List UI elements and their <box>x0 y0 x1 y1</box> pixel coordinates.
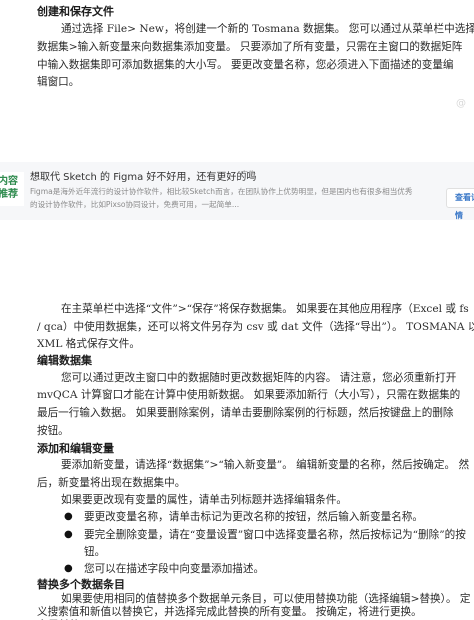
ad-tag: 广告 <box>240 170 256 179</box>
paragraph-line: mvQCA 计算窗口才能在计算中使用新数据。 如果要添加新行（大小写），只需在数… <box>37 389 461 401</box>
paragraph-line: 通过选择 File> New，将创建一个新的 Tosmana 数据集。 您可以通… <box>61 23 474 35</box>
paragraph-line: 中输入数据集即可添加数据集的大小写。 要更改变量名称，您必须进入下面描述的变量编 <box>37 59 454 71</box>
paragraph-line: 如果要更改现有变量的属性，请单击列标题并选择编辑条件。 <box>61 494 348 506</box>
paragraph-line: 数据集>输入新变量来向数据集添加变量。 只要添加了所有变量，只需在主窗口的数据矩… <box>37 41 463 53</box>
ad-badge: 内容 推荐 <box>0 172 24 206</box>
ad-badge-line: 内容 <box>0 176 18 187</box>
paragraph-line: / qca）中使用数据集，还可以将文件另存为 csv 或 dat 文件（选择“导… <box>37 321 474 333</box>
paragraph-line: 您可以通过更改主窗口中的数据随时更改数据矩阵的内容。 请注意，您必须重新打开 <box>61 372 457 384</box>
ad-description-line: Figma是海外近年流行的设计协作软件，相比较Sketch而言，在团队协作上优势… <box>30 187 413 196</box>
ad-title[interactable]: 想取代 Sketch 的 Figma 好不好用，还有更好的吗 <box>30 168 256 183</box>
paragraph-line: 最后一行输入数据。 如果要删除案例，请单击要删除案例的行标题，然后按键盘上的删除 <box>37 407 454 419</box>
paragraph-line: 后，新变量将出现在数据集中。 <box>37 477 186 489</box>
paragraph-line: 义搜索值和新值以替换它，并选择完成此替换的所有变量。 按确定，将进行更换。 <box>37 606 422 618</box>
paragraph-line: 要添加新变量，请选择“数据集”>“输入新变量”。 编辑新变量的名称，然后按确定。… <box>61 459 470 471</box>
bullet-dot: ● <box>64 563 73 574</box>
bullet-text: 要更改变量名称，请单击标记为更改名称的按钮，然后输入新变量名称。 <box>84 511 423 523</box>
watermark: @ <box>456 98 466 109</box>
bullet-dot: ● <box>64 529 73 540</box>
ad-description-line: 的设计协作软件，比如Pixso协同设计，免费可用，一起简单... <box>30 200 240 209</box>
paragraph-line: XML 格式保存文件。 <box>37 338 140 350</box>
paragraph-line: 在主菜单栏中选择“文件”>“保存”将保存数据集。 如果要在其他应用程序（Exce… <box>61 303 469 315</box>
heading-add-edit-variables: 添加和编辑变量 <box>37 442 114 455</box>
bullet-text: 钮。 <box>84 546 106 558</box>
heading-edit-dataset: 编辑数据集 <box>37 354 92 367</box>
bullet-text: 您可以在描述字段中向变量添加描述。 <box>84 563 265 575</box>
heading-replace-entries: 替换多个数据条目 <box>37 578 125 591</box>
heading-create-save: 创建和保存文件 <box>37 5 114 18</box>
ad-view-details-button[interactable]: 查看详情 <box>446 188 474 220</box>
ad-badge-line: 推荐 <box>0 189 18 200</box>
paragraph-line: 按钮。 <box>37 425 69 437</box>
bullet-text: 要完全删除变量，请在“变量设置”窗口中选择变量名称，然后按标记为“删除”的按 <box>84 529 466 541</box>
ad-banner[interactable]: 内容 推荐 想取代 Sketch 的 Figma 好不好用，还有更好的吗 广告 … <box>0 162 474 220</box>
paragraph-line: 如果要使用相同的值替换多个数据单元条目，可以使用替换功能（选择编辑>替换）。 定 <box>61 593 471 605</box>
bullet-dot: ● <box>64 511 73 522</box>
paragraph-line: 辑窗口。 <box>37 76 80 88</box>
